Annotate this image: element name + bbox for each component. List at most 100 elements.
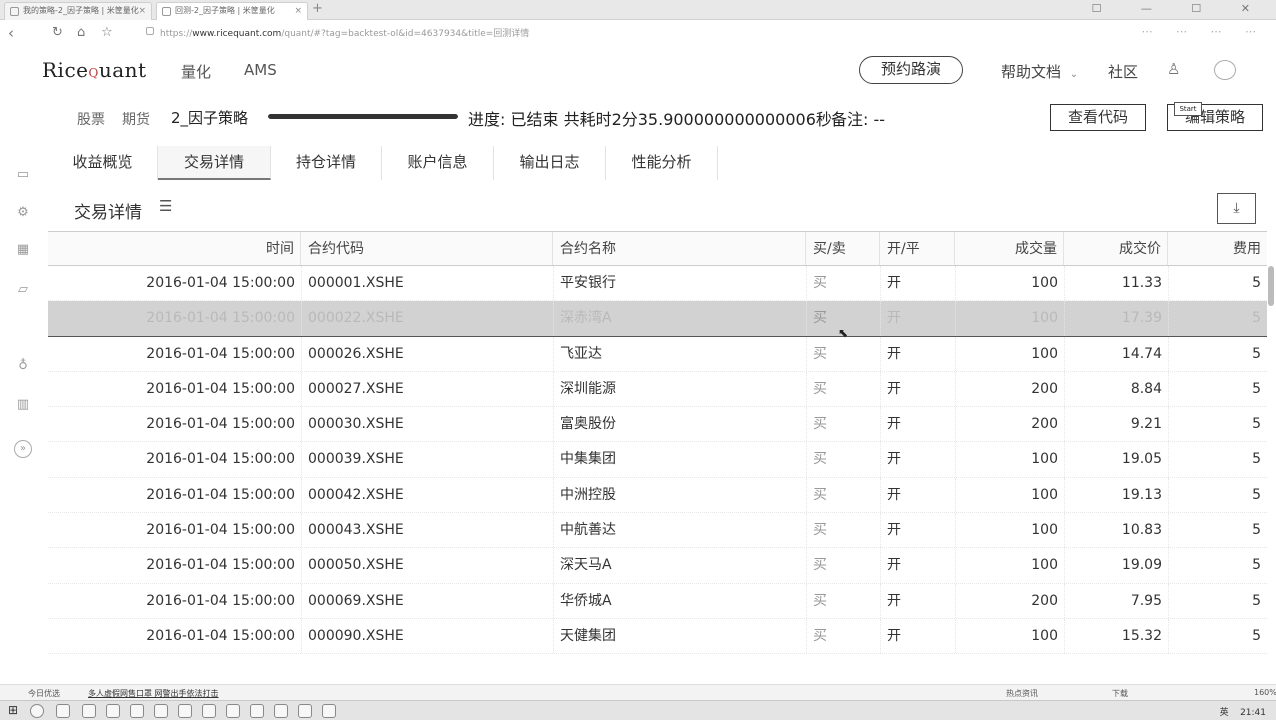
ricequant-logo[interactable]: RiceQuant (42, 58, 147, 82)
sub-tab-futures[interactable]: 期货 (122, 109, 150, 129)
nav-quant[interactable]: 量化 (181, 61, 211, 82)
note-text: 备注: -- (831, 110, 886, 129)
table-row[interactable]: 2016-01-04 15:00:00 000022.XSHE 深赤湾A 买开 100 1… (48, 301, 1267, 337)
download-button[interactable]: ⤓ (1217, 193, 1256, 224)
bar-chart-icon[interactable]: ▥ (14, 397, 32, 415)
clock[interactable]: 21:41 (1240, 708, 1266, 718)
table-row[interactable]: 2016-01-04 15:00:00 000042.XSHE 中洲控股 买 开 100 1… (48, 477, 1267, 514)
taskbar-app-icon[interactable] (250, 704, 264, 718)
table-row[interactable]: 2016-01-04 15:00:00 000026.XSHE 飞亚达 买 开 100 14… (48, 336, 1267, 372)
cell-price: 19.05 (1121, 451, 1162, 468)
browser-toolbar-icons[interactable]: ⋯ ⋯ ⋯ ⋯ (1142, 25, 1267, 38)
view-code-button[interactable]: 查看代码 (1050, 104, 1146, 131)
statusbar-news[interactable]: 多人虚假网售口罩 网警出手依法打击 (88, 688, 219, 699)
book-demo-button[interactable]: 预约路演 (859, 56, 963, 84)
table-row[interactable]: 2016-01-04 15:00:00 000030.XSHE 富奥股份 买 开 200 9… (48, 407, 1267, 443)
taskbar-app-icon[interactable] (178, 704, 192, 718)
table-row[interactable]: 2016-01-04 15:00:00 000050.XSHE 深天马A 买 开 100 1… (48, 548, 1267, 584)
col-code[interactable]: 合约代码 (301, 232, 553, 265)
table-row[interactable]: 2016-01-04 15:00:00 000090.XSHE 天健集团 买 开 100 1… (48, 618, 1267, 655)
col-open-close[interactable]: 开/平 (880, 232, 955, 265)
new-tab-button[interactable]: + (312, 1, 323, 16)
taskbar-app-icon[interactable] (322, 704, 336, 718)
cell-volume: 100 (1031, 310, 1058, 327)
chart-icon[interactable]: ▦ (14, 242, 32, 260)
expand-icon[interactable]: » (14, 440, 32, 458)
taskbar-app-icon[interactable] (226, 704, 240, 718)
table-row[interactable]: 2016-01-04 15:00:00 000069.XSHE 华侨城A 买 开 200 7… (48, 583, 1267, 619)
table-row[interactable]: 2016-01-04 15:00:00 000001.XSHE 平安银行 买 开 100 1… (48, 266, 1267, 302)
url-field[interactable]: https://www.ricequant.com/quant/#?tag=ba… (160, 26, 529, 39)
cell-code: 000001.XSHE (308, 275, 404, 291)
statusbar-download[interactable]: 下载 (1112, 688, 1128, 699)
col-time[interactable]: 时间 (48, 232, 301, 265)
list-icon[interactable]: ☰ (159, 197, 172, 215)
lightbulb-icon[interactable]: ♁ (14, 358, 32, 376)
cell-fee: 5 (1252, 522, 1261, 539)
taskbar-app-icon[interactable] (298, 704, 312, 718)
tab-positions[interactable]: 持仓详情 (271, 146, 382, 180)
table-row[interactable]: 2016-01-04 15:00:00 000043.XSHE 中航善达 买 开 100 1… (48, 513, 1267, 549)
taskbar-app-icon[interactable] (130, 704, 144, 718)
community-link[interactable]: 社区 (1108, 61, 1138, 82)
vertical-scrollbar[interactable] (1268, 266, 1274, 306)
cell-code: 000043.XSHE (308, 522, 404, 539)
settings-icon[interactable]: ⚙ (14, 205, 32, 223)
help-docs-link[interactable]: 帮助文档 ⌄ (1001, 61, 1078, 82)
statusbar-zoom[interactable]: 160% (1254, 688, 1276, 697)
taskbar-app-icon[interactable] (82, 704, 96, 718)
line-chart-icon[interactable]: ▱ (14, 282, 32, 300)
close-icon[interactable]: × (138, 3, 146, 19)
avatar[interactable] (1214, 60, 1236, 80)
col-side[interactable]: 买/卖 (806, 232, 880, 265)
cell-side: 买 (813, 627, 827, 644)
col-price[interactable]: 成交价 (1064, 232, 1168, 265)
tab-overview[interactable]: 收益概览 (48, 146, 158, 180)
tab-output-log[interactable]: 输出日志 (494, 146, 606, 180)
back-icon[interactable]: ‹ (8, 24, 14, 42)
taskbar-app-icon[interactable] (106, 704, 120, 718)
tab-account[interactable]: 账户信息 (382, 146, 494, 180)
star-icon[interactable]: ☆ (101, 25, 113, 40)
windows-start-icon[interactable]: ⊞ (8, 703, 18, 717)
cell-side: 买 (813, 592, 827, 609)
table-row[interactable]: 2016-01-04 15:00:00 000039.XSHE 中集集团 买 开 100 1… (48, 442, 1267, 478)
page-icon (10, 7, 19, 16)
search-icon[interactable] (30, 704, 44, 718)
calendar-icon[interactable]: ▭ (14, 167, 32, 185)
col-volume[interactable]: 成交量 (955, 232, 1064, 265)
cell-price: 8.84 (1130, 380, 1162, 397)
task-view-icon[interactable] (56, 704, 70, 718)
ime-indicator[interactable]: 英 (1220, 708, 1229, 718)
col-name[interactable]: 合约名称 (553, 232, 806, 265)
trade-table: 时间 合约代码 合约名称 买/卖 开/平 成交量 成交价 费用 2016-01-… (48, 231, 1267, 655)
logo-q-icon: Q (88, 66, 99, 80)
cell-code: 000042.XSHE (308, 486, 404, 503)
nav-ams[interactable]: AMS (244, 61, 277, 79)
cell-side: 买 (813, 451, 827, 468)
reload-icon[interactable]: ↻ (52, 25, 63, 40)
tab-trade-details[interactable]: 交易详情 (158, 146, 271, 180)
taskbar-app-icon[interactable] (274, 704, 288, 718)
statusbar-hot[interactable]: 热点资讯 (1006, 688, 1038, 699)
cell-code: 000027.XSHE (308, 380, 404, 397)
taskbar-app-icon[interactable] (202, 704, 216, 718)
col-fee[interactable]: 费用 (1168, 232, 1267, 265)
sub-tab-stock[interactable]: 股票 (77, 109, 105, 129)
tab-performance[interactable]: 性能分析 (606, 146, 718, 180)
cell-open-close: 开 (887, 486, 901, 503)
cell-time: 2016-01-04 15:00:00 (146, 557, 295, 574)
taskbar-app-icon[interactable] (154, 704, 168, 718)
home-icon[interactable]: ⌂ (77, 25, 85, 40)
window-controls[interactable]: ☐ — ☐ ✕ (1092, 2, 1268, 15)
browser-tab-strategy[interactable]: 我的策略-2_因子策略 | 米筐量化 × (4, 2, 152, 20)
browser-tab-backtest[interactable]: 回测-2_因子策略 | 米筐量化 × (156, 2, 308, 20)
logo-left-text: Rice (42, 58, 89, 82)
taskbar-tray[interactable]: 英 21:41 (1220, 705, 1266, 718)
cell-name: 中集集团 (560, 451, 616, 468)
statusbar-left[interactable]: 今日优选 (28, 688, 60, 699)
lock-icon (146, 27, 154, 35)
close-icon[interactable]: × (294, 3, 302, 19)
table-row[interactable]: 2016-01-04 15:00:00 000027.XSHE 深圳能源 买 开 200 8… (48, 371, 1267, 408)
shirt-icon[interactable]: ♙ (1167, 60, 1180, 78)
